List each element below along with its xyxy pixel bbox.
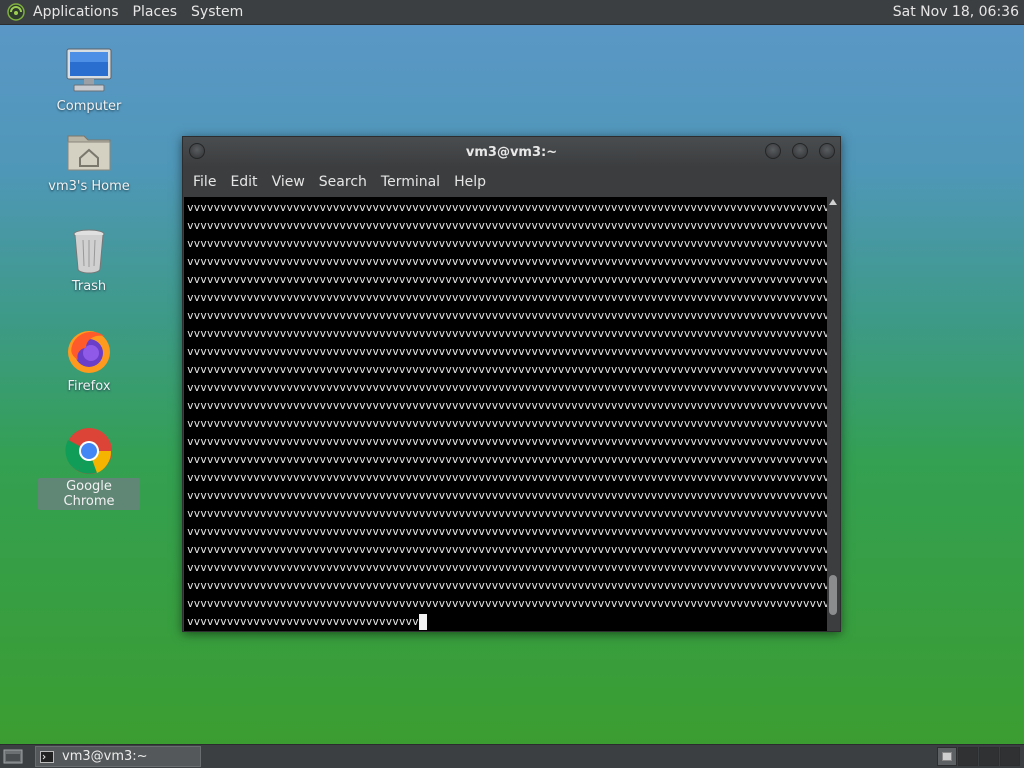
desktop-icon-label: Google Chrome bbox=[38, 478, 140, 510]
terminal-line: vvvvvvvvvvvvvvvvvvvvvvvvvvvvvvvvvvvvvvvv… bbox=[187, 399, 827, 412]
terminal-line: vvvvvvvvvvvvvvvvvvvvvvvvvvvvvvvvvvvvvvvv… bbox=[187, 381, 827, 394]
firefox-icon bbox=[68, 331, 110, 373]
terminal-line: vvvvvvvvvvvvvvvvvvvvvvvvvvvvvvvvvvvvvvvv… bbox=[187, 435, 827, 448]
places-menu[interactable]: Places bbox=[133, 4, 178, 20]
workspace-3[interactable] bbox=[979, 747, 999, 766]
desktop-icon-home[interactable]: vm3's Home bbox=[38, 126, 140, 195]
desktop-icon-firefox[interactable]: Firefox bbox=[38, 326, 140, 395]
terminal-icon bbox=[40, 750, 54, 763]
terminal-line: vvvvvvvvvvvvvvvvvvvvvvvvvvvvvvvvvvvvvvvv… bbox=[187, 201, 827, 214]
terminal-scrollbar[interactable] bbox=[827, 197, 839, 631]
menu-search[interactable]: Search bbox=[319, 174, 367, 190]
desktop-icon-label: Firefox bbox=[67, 379, 111, 394]
clock[interactable]: Sat Nov 18, 06:36 bbox=[893, 4, 1019, 20]
show-desktop-icon[interactable] bbox=[3, 748, 23, 765]
applications-menu[interactable]: Applications bbox=[33, 4, 119, 20]
desktop-icon-label: vm3's Home bbox=[48, 179, 130, 194]
window-titlebar[interactable]: vm3@vm3:~ bbox=[183, 137, 840, 167]
terminal-line: vvvvvvvvvvvvvvvvvvvvvvvvvvvvvvvvvvvvvvvv… bbox=[187, 417, 827, 430]
desktop-icon-chrome[interactable]: Google Chrome bbox=[38, 426, 140, 510]
distro-logo-icon[interactable] bbox=[7, 3, 25, 21]
terminal-line: vvvvvvvvvvvvvvvvvvvvvvvvvvvvvvvvvvvvvvvv… bbox=[187, 255, 827, 268]
close-button[interactable] bbox=[819, 143, 835, 159]
desktop-icon-computer[interactable]: Computer bbox=[38, 46, 140, 115]
workspace-1[interactable] bbox=[937, 747, 957, 766]
window-title: vm3@vm3:~ bbox=[465, 145, 558, 160]
terminal-line: vvvvvvvvvvvvvvvvvvvvvvvvvvvvvvvvvvvvvvvv… bbox=[187, 273, 827, 286]
terminal-line: vvvvvvvvvvvvvvvvvvvvvvvvvvvvvvvvvvvvvvvv… bbox=[187, 489, 827, 502]
desktop-icon-label: Computer bbox=[56, 99, 122, 114]
workspace-4[interactable] bbox=[1000, 747, 1020, 766]
terminal-line: vvvvvvvvvvvvvvvvvvvvvvvvvvvvvvvvvvvvvvvv… bbox=[187, 561, 827, 574]
terminal-line: vvvvvvvvvvvvvvvvvvvvvvvvvvvvvvvvvvvvvvvv… bbox=[187, 363, 827, 376]
terminal-line: vvvvvvvvvvvvvvvvvvvvvvvvvvvvvvvvvvvvvvvv… bbox=[187, 525, 827, 538]
trash-icon bbox=[73, 229, 105, 274]
desktop-icon-label: Trash bbox=[71, 279, 107, 294]
menu-view[interactable]: View bbox=[272, 174, 305, 190]
system-menu[interactable]: System bbox=[191, 4, 243, 20]
top-panel: Applications Places System Sat Nov 18, 0… bbox=[0, 0, 1024, 25]
minimize-button[interactable] bbox=[765, 143, 781, 159]
menu-terminal[interactable]: Terminal bbox=[381, 174, 440, 190]
menu-file[interactable]: File bbox=[193, 174, 216, 190]
terminal-line: vvvvvvvvvvvvvvvvvvvvvvvvvvvvvvvvvvvvvvvv… bbox=[187, 507, 827, 520]
scroll-thumb[interactable] bbox=[829, 575, 837, 615]
maximize-button[interactable] bbox=[792, 143, 808, 159]
terminal-line: vvvvvvvvvvvvvvvvvvvvvvvvvvvvvvvvvvvvvvvv… bbox=[187, 579, 827, 592]
menu-edit[interactable]: Edit bbox=[230, 174, 257, 190]
terminal-line: vvvvvvvvvvvvvvvvvvvvvvvvvvvvvvvvvvvvvvvv… bbox=[187, 345, 827, 358]
bottom-panel: vm3@vm3:~ bbox=[0, 744, 1024, 768]
taskbar-item-label: vm3@vm3:~ bbox=[62, 749, 148, 764]
terminal-menubar: File Edit View Search Terminal Help bbox=[183, 167, 840, 197]
terminal-line: vvvvvvvvvvvvvvvvvvvvvvvvvvvvvvvvvvvvvvvv… bbox=[187, 327, 827, 340]
desktop-icon-trash[interactable]: Trash bbox=[38, 226, 140, 295]
computer-icon bbox=[66, 48, 112, 92]
terminal-line: vvvvvvvvvvvvvvvvvvvvvvvvvvvvvvvvvvvvvvvv… bbox=[187, 309, 827, 322]
chrome-icon bbox=[65, 428, 112, 474]
terminal-line: vvvvvvvvvvvvvvvvvvvvvvvvvvvvvvvvvvvvvvvv… bbox=[187, 471, 827, 484]
home-folder-icon bbox=[67, 135, 111, 171]
terminal-line: vvvvvvvvvvvvvvvvvvvvvvvvvvvvvvvvvvvvvvvv… bbox=[187, 597, 827, 610]
scroll-up-arrow-icon[interactable] bbox=[829, 199, 837, 205]
terminal-line: vvvvvvvvvvvvvvvvvvvvvvvvvvvvvvvvvvvvvvvv… bbox=[187, 237, 827, 250]
terminal-window[interactable]: vm3@vm3:~ File Edit View Search Terminal… bbox=[182, 136, 841, 632]
terminal-line: vvvvvvvvvvvvvvvvvvvvvvvvvvvvvvvvvvvvvvvv… bbox=[187, 219, 827, 232]
terminal-output[interactable]: vvvvvvvvvvvvvvvvvvvvvvvvvvvvvvvvvvvvvvvv… bbox=[184, 197, 827, 631]
terminal-line: vvvvvvvvvvvvvvvvvvvvvvvvvvvvvvvvvvvvvvvv… bbox=[187, 453, 827, 466]
terminal-cursor bbox=[418, 614, 427, 630]
menu-help[interactable]: Help bbox=[454, 174, 486, 190]
terminal-line: vvvvvvvvvvvvvvvvvvvvvvvvvvvvvvvvvvv bbox=[187, 615, 419, 628]
terminal-line: vvvvvvvvvvvvvvvvvvvvvvvvvvvvvvvvvvvvvvvv… bbox=[187, 291, 827, 304]
taskbar-item-terminal[interactable]: vm3@vm3:~ bbox=[35, 746, 201, 767]
workspace-2[interactable] bbox=[958, 747, 978, 766]
terminal-line: vvvvvvvvvvvvvvvvvvvvvvvvvvvvvvvvvvvvvvvv… bbox=[187, 543, 827, 556]
